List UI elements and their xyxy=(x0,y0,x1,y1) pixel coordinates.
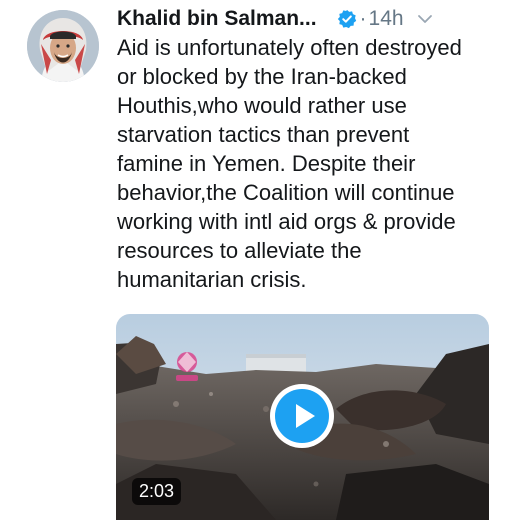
play-button[interactable] xyxy=(270,384,334,448)
watermark-logo-icon xyxy=(172,348,202,384)
separator-dot: · xyxy=(359,7,367,30)
verified-badge-icon xyxy=(337,9,357,29)
video-player[interactable]: 2:03 xyxy=(116,314,489,520)
play-icon xyxy=(275,389,329,443)
video-duration: 2:03 xyxy=(132,478,182,505)
tweet[interactable]: Khalid bin Salman... · 14h Aid is unfort… xyxy=(0,0,516,520)
tweet-timestamp[interactable]: 14h xyxy=(369,7,404,31)
author-name[interactable]: Khalid bin Salman... xyxy=(117,7,317,31)
tweet-header: Khalid bin Salman... · 14h xyxy=(117,4,496,34)
chevron-down-icon[interactable] xyxy=(416,10,434,28)
avatar-image xyxy=(27,10,99,82)
avatar[interactable] xyxy=(27,10,99,82)
tweet-text: Aid is unfortunately often destroyed or … xyxy=(117,35,462,292)
